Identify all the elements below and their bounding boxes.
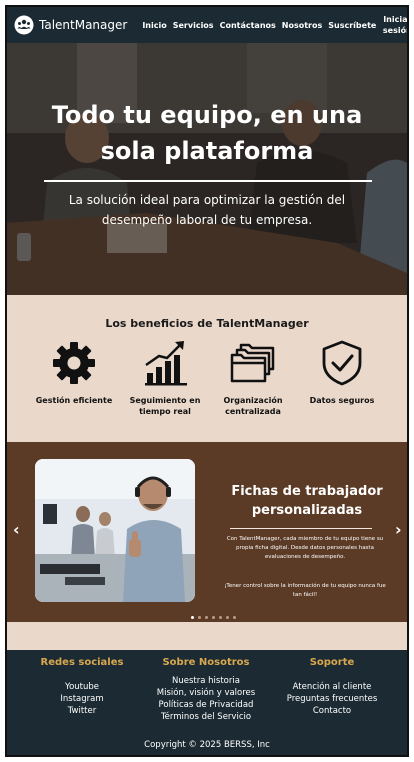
nav-link-contactanos[interactable]: Contáctanos [220,21,276,30]
carousel-dot[interactable] [219,616,222,619]
shield-check-icon [322,340,362,386]
page-frame: TalentManager Inicio Servicios Contáctan… [5,5,409,757]
hero-overlay [7,43,407,295]
slide-description: Con TalentManager, cada miembro de tu eq… [226,536,384,560]
slide-photo [35,459,195,602]
footer-support: Soporte Atención al cliente Preguntas fr… [267,657,397,717]
growth-chart-icon [145,341,187,386]
footer-social-heading: Redes sociales [40,657,124,668]
footer: Redes sociales Youtube Instagram Twitter… [7,650,407,755]
footer-link-twitter[interactable]: Twitter [17,705,147,717]
footer-link-faq[interactable]: Preguntas frecuentes [267,693,397,705]
footer-link-privacidad[interactable]: Políticas de Privacidad [141,699,271,711]
section-spacer [7,622,407,650]
benefit-label: Seguimiento en tiempo real [129,396,201,416]
slide-tagline: ¡Tener control sobre la información de t… [224,583,386,598]
benefits-title: Los beneficios de TalentManager [105,317,309,330]
gear-icon [53,342,95,384]
benefit-organizacion: Organización centralizada [207,339,299,417]
footer-about: Sobre Nosotros Nuestra historia Misión, … [141,657,271,723]
footer-support-heading: Soporte [309,657,355,668]
office-photo-illustration [35,459,195,602]
hero-divider [44,180,372,182]
nav-link-nosotros[interactable]: Nosotros [282,21,322,30]
benefit-label: Datos seguros [309,396,375,405]
footer-social: Redes sociales Youtube Instagram Twitter [17,657,147,717]
carousel-dot[interactable] [212,616,215,619]
footer-link-contacto[interactable]: Contacto [267,705,397,717]
nav-links: Inicio Servicios Contáctanos Nosotros Su… [142,14,407,36]
footer-link-terminos[interactable]: Términos del Servicio [141,711,271,723]
features-carousel: ‹ › Fichas de trabajador personalizadas … [7,442,407,622]
nav-link-suscribete[interactable]: Suscríbete [328,21,376,30]
footer-link-historia[interactable]: Nuestra historia [141,675,271,687]
carousel-dot[interactable] [205,616,208,619]
slide-divider [230,528,372,529]
carousel-prev-button[interactable]: ‹ [13,520,20,539]
carousel-dot-active[interactable] [191,616,194,619]
navbar: TalentManager Inicio Servicios Contáctan… [7,7,407,43]
nav-link-servicios[interactable]: Servicios [173,21,214,30]
folders-icon [230,343,275,383]
brand-name: TalentManager [39,18,128,32]
login-button[interactable]: Iniciar sesión [382,14,407,36]
hero-subtitle: La solución ideal para optimizar la gest… [68,193,346,227]
carousel-dot[interactable] [198,616,201,619]
footer-link-instagram[interactable]: Instagram [17,693,147,705]
carousel-dot[interactable] [233,616,236,619]
carousel-next-button[interactable]: › [395,520,402,539]
benefit-label: Gestión eficiente [35,396,113,405]
slide-title: Fichas de trabajador personalizadas [231,484,383,518]
footer-about-heading: Sobre Nosotros [162,657,250,668]
footer-link-atencion[interactable]: Atención al cliente [267,681,397,693]
carousel-indicators [191,616,240,619]
hero-title: Todo tu equipo, en una sola plataforma [51,101,363,165]
benefits-section: Los beneficios de TalentManager Gestión … [7,295,407,442]
brand[interactable]: TalentManager [14,15,127,35]
nav-link-inicio[interactable]: Inicio [142,21,166,30]
carousel-dot[interactable] [226,616,229,619]
benefit-gestion: Gestión eficiente [28,339,120,406]
footer-link-youtube[interactable]: Youtube [17,681,147,693]
footer-link-mision[interactable]: Misión, visión y valores [141,687,271,699]
hero-section: Todo tu equipo, en una sola plataforma L… [7,43,407,295]
benefit-seguimiento: Seguimiento en tiempo real [119,339,211,417]
team-logo-icon [14,15,34,35]
copyright: Copyright © 2025 BERSS, Inc [144,740,270,750]
benefit-datos: Datos seguros [296,339,388,406]
benefit-label: Organización centralizada [223,396,283,416]
